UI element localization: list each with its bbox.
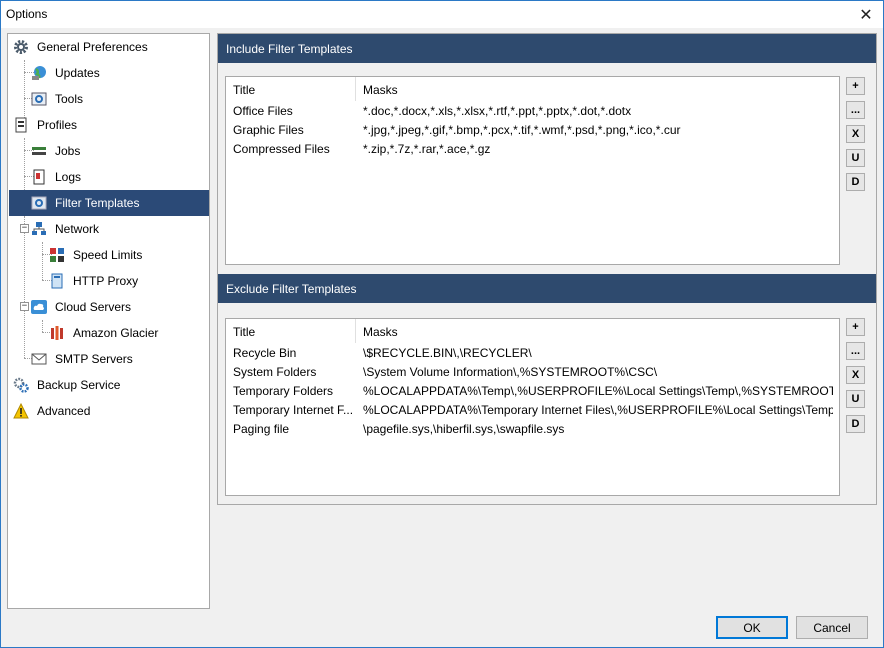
gear-icon <box>12 38 30 56</box>
title-bar: Options ✕ <box>1 1 883 28</box>
tree-item-label: General Preferences <box>37 40 148 54</box>
column-masks[interactable]: Masks <box>363 83 398 97</box>
tree-item-label: Jobs <box>55 144 81 158</box>
row-title: System Folders <box>233 365 317 379</box>
options-tree[interactable]: − − General Preferences Updates Tools Pr… <box>7 33 210 609</box>
table-row[interactable]: Paging file \pagefile.sys,\hiberfil.sys,… <box>226 420 839 439</box>
cloud-icon <box>30 298 48 316</box>
warning-icon <box>12 402 30 420</box>
globe-icon <box>30 64 48 82</box>
row-title: Office Files <box>233 104 293 118</box>
table-row[interactable]: Graphic Files *.jpg,*.jpeg,*.gif,*.bmp,*… <box>226 121 839 140</box>
column-masks[interactable]: Masks <box>363 325 398 339</box>
tree-item-speed-limits[interactable]: Speed Limits <box>48 242 209 268</box>
exclude-edit-button[interactable]: ... <box>846 342 865 360</box>
row-title: Graphic Files <box>233 123 304 137</box>
tree-item-label: Logs <box>55 170 82 184</box>
row-title: Recycle Bin <box>233 346 297 360</box>
speed-icon <box>48 246 66 264</box>
tree-item-label: Cloud Servers <box>55 300 132 314</box>
tree-item-label: Profiles <box>37 118 78 132</box>
cancel-button[interactable]: Cancel <box>796 616 868 639</box>
tools-icon <box>30 90 48 108</box>
row-title: Temporary Internet F... <box>233 403 353 417</box>
table-row[interactable]: Compressed Files *.zip,*.7z,*.rar,*.ace,… <box>226 140 839 159</box>
tree-item-smtp-servers[interactable]: SMTP Servers <box>30 346 209 372</box>
exclude-move-up-button[interactable]: U <box>846 390 865 408</box>
row-masks: \$RECYCLE.BIN\,\RECYCLER\ <box>363 346 532 360</box>
tree-item-http-proxy[interactable]: HTTP Proxy <box>48 268 209 294</box>
mail-icon <box>30 350 48 368</box>
log-icon <box>30 168 48 186</box>
column-title[interactable]: Title <box>233 83 255 97</box>
cloud-collapse-toggle[interactable]: − <box>20 302 29 311</box>
include-filter-list[interactable]: Title Masks Office Files *.doc,*.docx,*.… <box>225 76 840 265</box>
table-row[interactable]: Office Files *.doc,*.docx,*.xls,*.xlsx,*… <box>226 102 839 121</box>
row-masks: %LOCALAPPDATA%\Temp\,%USERPROFILE%\Local… <box>363 384 833 398</box>
exclude-add-button[interactable]: + <box>846 318 865 336</box>
tree-item-label: Amazon Glacier <box>73 326 159 340</box>
tree-item-general-preferences[interactable]: General Preferences <box>10 34 209 60</box>
tree-item-profiles[interactable]: Profiles <box>10 112 209 138</box>
tree-item-label: Tools <box>55 92 84 106</box>
include-section-header: Include Filter Templates <box>218 34 876 63</box>
tree-item-label: Network <box>55 222 100 236</box>
row-title: Temporary Folders <box>233 384 334 398</box>
amazon-glacier-icon <box>48 324 66 342</box>
row-masks: *.doc,*.docx,*.xls,*.xlsx,*.rtf,*.ppt,*.… <box>363 104 632 118</box>
include-delete-button[interactable]: X <box>846 125 865 143</box>
table-row[interactable]: Temporary Folders %LOCALAPPDATA%\Temp\,%… <box>226 382 839 401</box>
exclude-delete-button[interactable]: X <box>846 366 865 384</box>
list-header: Title Masks <box>226 319 839 343</box>
exclude-filter-list[interactable]: Title Masks Recycle Bin \$RECYCLE.BIN\,\… <box>225 318 840 496</box>
row-masks: *.jpg,*.jpeg,*.gif,*.bmp,*.pcx,*.tif,*.w… <box>363 123 681 137</box>
tree-item-network[interactable]: Network <box>30 216 209 242</box>
tree-item-label: HTTP Proxy <box>73 274 139 288</box>
tree-item-filter-templates[interactable]: Filter Templates <box>9 190 209 216</box>
row-masks: %LOCALAPPDATA%\Temporary Internet Files\… <box>363 403 833 417</box>
include-add-button[interactable]: + <box>846 77 865 95</box>
network-collapse-toggle[interactable]: − <box>20 224 29 233</box>
table-row[interactable]: Temporary Internet F... %LOCALAPPDATA%\T… <box>226 401 839 420</box>
row-title: Compressed Files <box>233 142 330 156</box>
row-masks: \pagefile.sys,\hiberfil.sys,\swapfile.sy… <box>363 422 565 436</box>
service-icon <box>12 376 30 394</box>
exclude-section-header: Exclude Filter Templates <box>218 274 876 303</box>
profiles-icon <box>12 116 30 134</box>
tree-item-jobs[interactable]: Jobs <box>30 138 209 164</box>
proxy-icon <box>48 272 66 290</box>
jobs-icon <box>30 142 48 160</box>
column-title[interactable]: Title <box>233 325 255 339</box>
tree-item-label: Advanced <box>37 404 91 418</box>
list-header: Title Masks <box>226 77 839 101</box>
tree-item-cloud-servers[interactable]: Cloud Servers <box>30 294 209 320</box>
include-move-up-button[interactable]: U <box>846 149 865 167</box>
filter-icon <box>30 194 48 212</box>
tree-item-logs[interactable]: Logs <box>30 164 209 190</box>
row-masks: \System Volume Information\,%SYSTEMROOT%… <box>363 365 658 379</box>
tree-item-label: SMTP Servers <box>55 352 133 366</box>
tree-item-updates[interactable]: Updates <box>30 60 209 86</box>
tree-item-backup-service[interactable]: Backup Service <box>10 372 209 398</box>
tree-item-label: Backup Service <box>37 378 121 392</box>
window-title: Options <box>6 7 48 21</box>
row-title: Paging file <box>233 422 290 436</box>
exclude-move-down-button[interactable]: D <box>846 415 865 433</box>
tree-item-label: Updates <box>55 66 100 80</box>
tree-item-label: Filter Templates <box>55 196 140 210</box>
close-button[interactable]: ✕ <box>849 1 883 28</box>
include-edit-button[interactable]: ... <box>846 101 865 119</box>
include-move-down-button[interactable]: D <box>846 173 865 191</box>
tree-item-amazon-glacier[interactable]: Amazon Glacier <box>48 320 209 346</box>
network-icon <box>30 220 48 238</box>
tree-item-advanced[interactable]: Advanced <box>10 398 209 424</box>
tree-item-label: Speed Limits <box>73 248 143 262</box>
tree-item-tools[interactable]: Tools <box>30 86 209 112</box>
ok-button[interactable]: OK <box>716 616 788 639</box>
table-row[interactable]: Recycle Bin \$RECYCLE.BIN\,\RECYCLER\ <box>226 344 839 363</box>
row-masks: *.zip,*.7z,*.rar,*.ace,*.gz <box>363 142 491 156</box>
table-row[interactable]: System Folders \System Volume Informatio… <box>226 363 839 382</box>
